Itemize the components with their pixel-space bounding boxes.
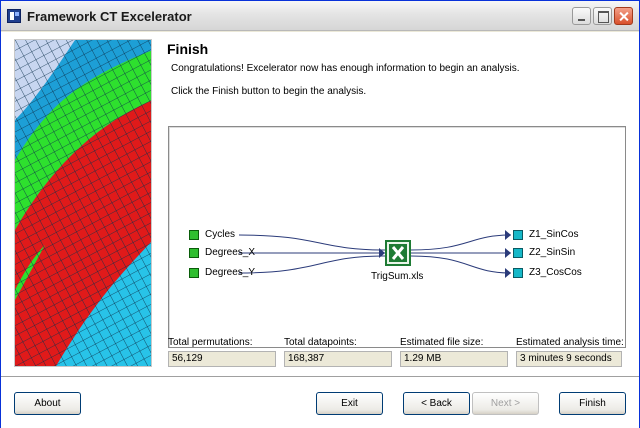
estimated-file-size-label: Estimated file size: bbox=[400, 337, 484, 348]
instruction-text: Click the Finish button to begin the ana… bbox=[171, 86, 367, 97]
estimated-analysis-time-label: Estimated analysis time: bbox=[516, 337, 624, 348]
estimated-analysis-time-value: 3 minutes 9 seconds bbox=[516, 351, 622, 367]
output-z1-label[interactable]: Z1_SinCos bbox=[529, 229, 578, 240]
output-z2-label[interactable]: Z2_SinSin bbox=[529, 247, 575, 258]
button-bar: About Exit < Back Next > Finish bbox=[1, 378, 639, 428]
app-icon bbox=[7, 9, 21, 23]
output-node-icon bbox=[513, 248, 523, 258]
maximize-button[interactable] bbox=[593, 7, 612, 25]
total-permutations-value: 56,129 bbox=[168, 351, 276, 367]
input-degrees-y-label[interactable]: Degrees_Y bbox=[205, 267, 255, 278]
total-datapoints-value: 168,387 bbox=[284, 351, 392, 367]
input-node-icon bbox=[189, 268, 199, 278]
input-degrees-x-label[interactable]: Degrees_X bbox=[205, 247, 255, 258]
excel-icon[interactable] bbox=[385, 240, 411, 266]
wizard-page: Finish Congratulations! Excelerator now … bbox=[1, 32, 639, 428]
input-node-icon bbox=[189, 248, 199, 258]
window-title: Framework CT Excelerator bbox=[27, 9, 192, 24]
app-window: Framework CT Excelerator Finish Congratu… bbox=[0, 0, 640, 428]
back-button[interactable]: < Back bbox=[403, 392, 470, 415]
exit-button[interactable]: Exit bbox=[316, 392, 383, 415]
output-node-icon bbox=[513, 268, 523, 278]
side-banner-image bbox=[14, 39, 152, 367]
estimated-file-size-value: 1.29 MB bbox=[400, 351, 508, 367]
output-z3-label[interactable]: Z3_CosCos bbox=[529, 267, 582, 278]
title-bar[interactable]: Framework CT Excelerator bbox=[1, 1, 639, 31]
workbook-label[interactable]: TrigSum.xls bbox=[371, 271, 423, 282]
output-node-icon bbox=[513, 230, 523, 240]
total-permutations-label: Total permutations: bbox=[168, 337, 253, 348]
input-cycles-label[interactable]: Cycles bbox=[205, 229, 235, 240]
minimize-button[interactable] bbox=[572, 7, 591, 25]
total-datapoints-label: Total datapoints: bbox=[284, 337, 357, 348]
page-heading: Finish bbox=[167, 41, 209, 57]
finish-button[interactable]: Finish bbox=[559, 392, 626, 415]
next-button[interactable]: Next > bbox=[472, 392, 539, 415]
close-button[interactable] bbox=[614, 7, 633, 25]
input-node-icon bbox=[189, 230, 199, 240]
model-diagram: Cycles Degrees_X Degrees_Y TrigSum.xls Z… bbox=[168, 126, 626, 348]
congratulations-text: Congratulations! Excelerator now has eno… bbox=[171, 63, 520, 74]
about-button[interactable]: About bbox=[14, 392, 81, 415]
